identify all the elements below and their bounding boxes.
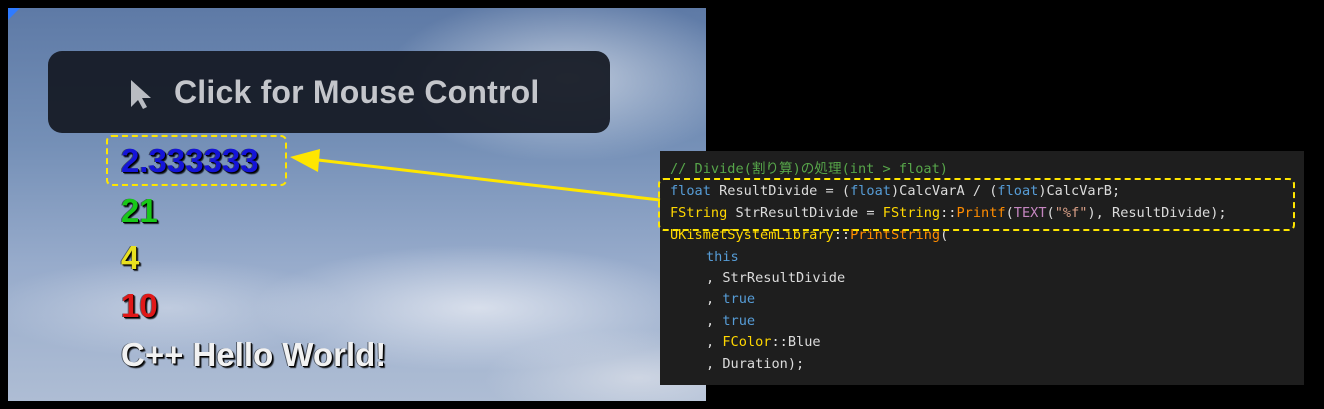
callout-arrow-line (317, 158, 661, 202)
callout-arrow-head (290, 149, 320, 172)
callout-arrow (290, 149, 661, 202)
